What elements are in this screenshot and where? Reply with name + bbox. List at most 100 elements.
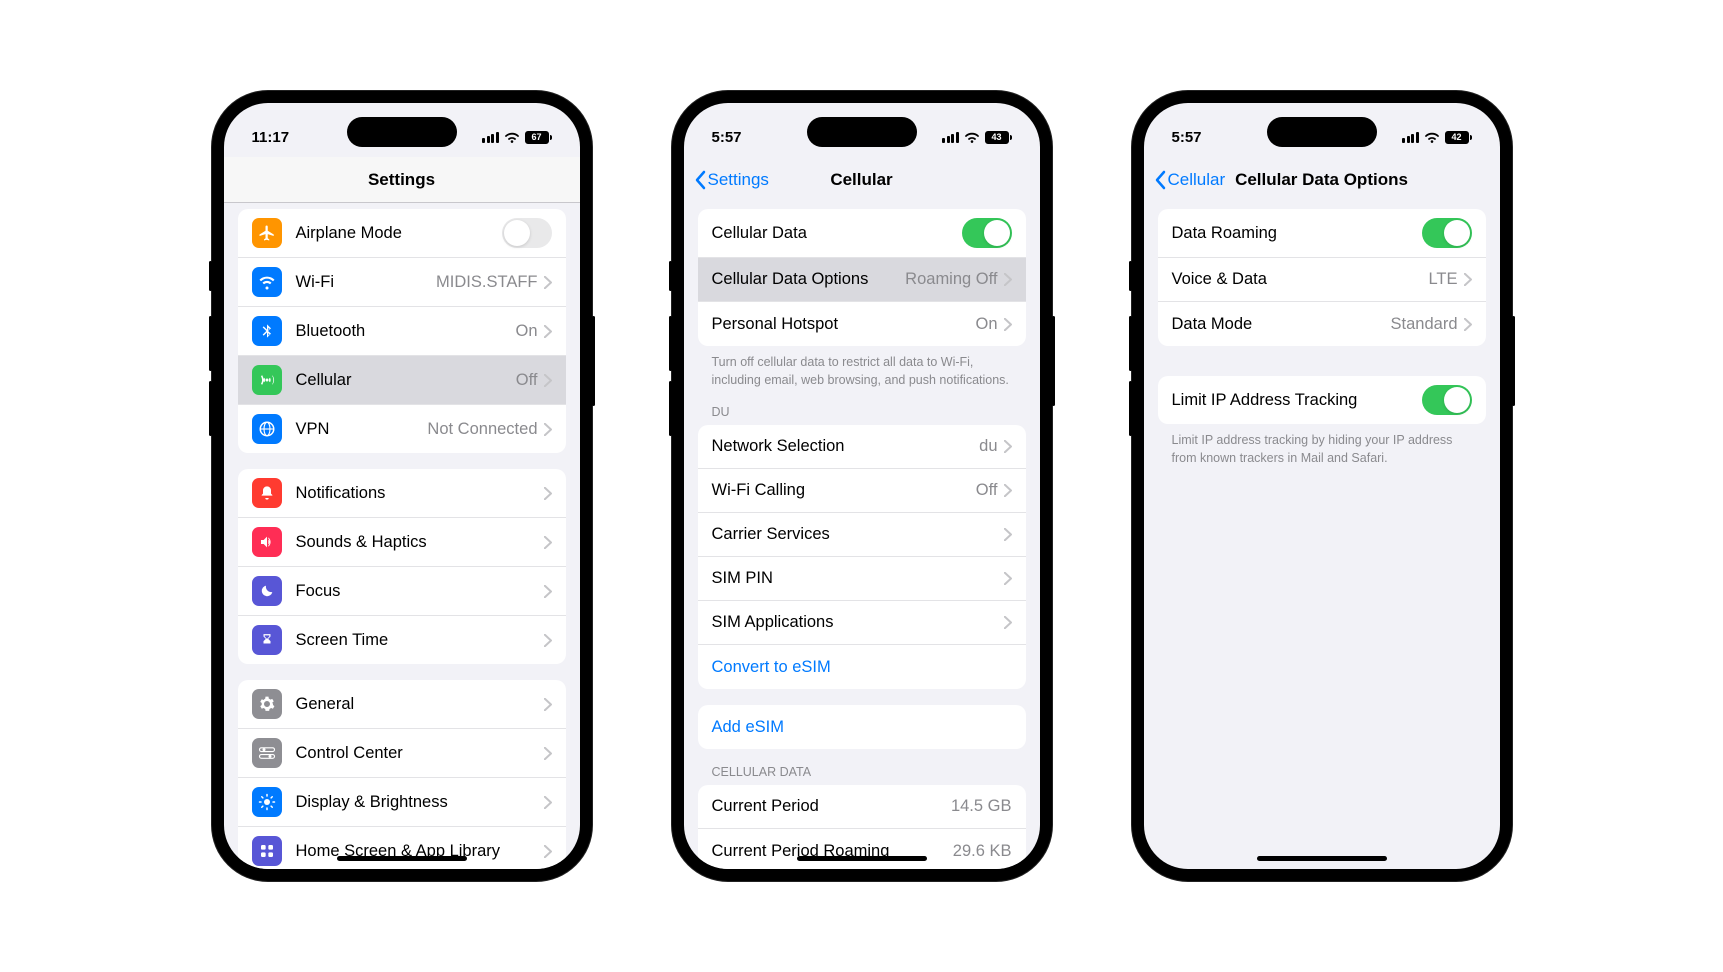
- row-wifi-calling[interactable]: Wi-Fi Calling Off: [698, 469, 1026, 513]
- cellular-signal-icon: [1402, 132, 1419, 143]
- battery-icon: 42: [1445, 131, 1472, 144]
- wifi-icon: [964, 131, 980, 143]
- phone-cellular: 5:57 43 Settings Cellular Cellular Data: [672, 91, 1052, 881]
- speaker-icon: [252, 527, 282, 557]
- cellular-signal-icon: [482, 132, 499, 143]
- hourglass-icon: [252, 625, 282, 655]
- wifi-icon: [1424, 131, 1440, 143]
- page-title: Settings: [368, 170, 435, 190]
- row-bluetooth[interactable]: Bluetooth On: [238, 307, 566, 356]
- row-personal-hotspot[interactable]: Personal Hotspot On: [698, 302, 1026, 346]
- dynamic-island: [807, 117, 917, 147]
- row-limit-ip-tracking[interactable]: Limit IP Address Tracking: [1158, 376, 1486, 424]
- status-time: 11:17: [252, 129, 290, 146]
- row-carrier-services[interactable]: Carrier Services: [698, 513, 1026, 557]
- battery-icon: 43: [985, 131, 1012, 144]
- row-current-period-roaming: Current Period Roaming 29.6 KB: [698, 829, 1026, 869]
- row-data-roaming[interactable]: Data Roaming: [1158, 209, 1486, 258]
- nav-bar: Settings Cellular: [684, 157, 1040, 203]
- data-roaming-toggle[interactable]: [1422, 218, 1472, 248]
- chevron-icon: [544, 796, 552, 809]
- airplane-toggle[interactable]: [502, 218, 552, 248]
- status-time: 5:57: [1172, 129, 1202, 146]
- row-control-center[interactable]: Control Center: [238, 729, 566, 778]
- vpn-icon: [252, 414, 282, 444]
- chevron-icon: [544, 747, 552, 760]
- sliders-icon: [252, 738, 282, 768]
- sun-icon: [252, 787, 282, 817]
- gear-icon: [252, 689, 282, 719]
- row-wifi[interactable]: Wi-Fi MIDIS.STAFF: [238, 258, 566, 307]
- chevron-icon: [544, 374, 552, 387]
- row-vpn[interactable]: VPN Not Connected: [238, 405, 566, 453]
- chevron-icon: [544, 698, 552, 711]
- back-button[interactable]: Settings: [694, 170, 769, 190]
- chevron-icon: [1464, 318, 1472, 331]
- page-title: Cellular: [830, 170, 892, 190]
- row-sim-applications[interactable]: SIM Applications: [698, 601, 1026, 645]
- row-voice-data[interactable]: Voice & Data LTE: [1158, 258, 1486, 302]
- chevron-icon: [1004, 572, 1012, 585]
- footer-text: Limit IP address tracking by hiding your…: [1144, 424, 1500, 467]
- row-cellular-data-options[interactable]: Cellular Data Options Roaming Off: [698, 258, 1026, 302]
- grid-icon: [252, 836, 282, 866]
- airplane-icon: [252, 218, 282, 248]
- chevron-icon: [544, 325, 552, 338]
- row-add-esim[interactable]: Add eSIM: [698, 705, 1026, 749]
- chevron-icon: [1004, 528, 1012, 541]
- home-indicator[interactable]: [797, 856, 927, 861]
- status-time: 5:57: [712, 129, 742, 146]
- dynamic-island: [347, 117, 457, 147]
- chevron-icon: [1004, 484, 1012, 497]
- chevron-icon: [1464, 273, 1472, 286]
- row-convert-esim[interactable]: Convert to eSIM: [698, 645, 1026, 689]
- chevron-icon: [544, 585, 552, 598]
- section-header-du: DU: [684, 389, 1040, 423]
- row-network-selection[interactable]: Network Selection du: [698, 425, 1026, 469]
- nav-bar: Cellular Cellular Data Options: [1144, 157, 1500, 203]
- chevron-icon: [1004, 273, 1012, 286]
- section-header-cellular-data: CELLULAR DATA: [684, 749, 1040, 783]
- wifi-app-icon: [252, 267, 282, 297]
- cellular-signal-icon: [942, 132, 959, 143]
- wifi-icon: [504, 131, 520, 143]
- dynamic-island: [1267, 117, 1377, 147]
- chevron-icon: [544, 423, 552, 436]
- row-notifications[interactable]: Notifications: [238, 469, 566, 518]
- chevron-icon: [544, 276, 552, 289]
- chevron-icon: [544, 536, 552, 549]
- row-airplane-mode[interactable]: Airplane Mode: [238, 209, 566, 258]
- row-general[interactable]: General: [238, 680, 566, 729]
- chevron-icon: [544, 634, 552, 647]
- chevron-icon: [1004, 616, 1012, 629]
- chevron-icon: [544, 487, 552, 500]
- page-title: Cellular Data Options: [1235, 170, 1408, 190]
- back-button[interactable]: Cellular: [1154, 170, 1226, 190]
- battery-icon: 67: [525, 131, 552, 144]
- row-cellular-data[interactable]: Cellular Data: [698, 209, 1026, 258]
- row-sim-pin[interactable]: SIM PIN: [698, 557, 1026, 601]
- chevron-icon: [544, 845, 552, 858]
- row-focus[interactable]: Focus: [238, 567, 566, 616]
- phone-settings: 11:17 67 Settings Airplane Mode Wi-Fi: [212, 91, 592, 881]
- nav-bar: Settings: [224, 157, 580, 203]
- home-indicator[interactable]: [1257, 856, 1387, 861]
- cellular-icon: [252, 365, 282, 395]
- chevron-icon: [1004, 440, 1012, 453]
- row-sounds[interactable]: Sounds & Haptics: [238, 518, 566, 567]
- cellular-data-toggle[interactable]: [962, 218, 1012, 248]
- bluetooth-icon: [252, 316, 282, 346]
- row-home-screen[interactable]: Home Screen & App Library: [238, 827, 566, 869]
- phone-cellular-data-options: 5:57 42 Cellular Cellular Data Options D…: [1132, 91, 1512, 881]
- home-indicator[interactable]: [337, 856, 467, 861]
- row-display[interactable]: Display & Brightness: [238, 778, 566, 827]
- row-data-mode[interactable]: Data Mode Standard: [1158, 302, 1486, 346]
- footer-text: Turn off cellular data to restrict all d…: [684, 346, 1040, 389]
- moon-icon: [252, 576, 282, 606]
- row-cellular[interactable]: Cellular Off: [238, 356, 566, 405]
- limit-ip-toggle[interactable]: [1422, 385, 1472, 415]
- chevron-icon: [1004, 318, 1012, 331]
- row-screen-time[interactable]: Screen Time: [238, 616, 566, 664]
- bell-icon: [252, 478, 282, 508]
- row-current-period: Current Period 14.5 GB: [698, 785, 1026, 829]
